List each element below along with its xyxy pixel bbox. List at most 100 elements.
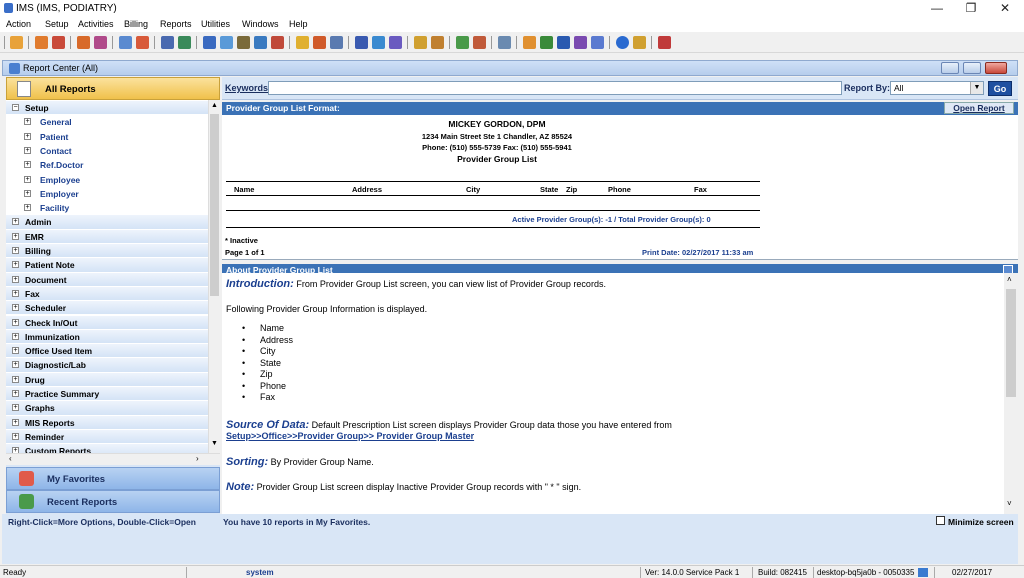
claims-icon[interactable]: [220, 36, 233, 49]
menu-windows[interactable]: Windows: [242, 19, 279, 29]
expand-icon[interactable]: +: [24, 175, 31, 183]
collection-icon[interactable]: [271, 36, 284, 49]
expand-icon[interactable]: +: [12, 232, 19, 240]
lab-icon[interactable]: [136, 36, 149, 49]
my-favorites-button[interactable]: My Favorites: [6, 467, 220, 490]
expand-icon[interactable]: +: [12, 289, 19, 297]
patient-edit-icon[interactable]: [52, 36, 65, 49]
tree-item[interactable]: + Check In/Out: [6, 315, 208, 330]
tree-item[interactable]: + Immunization: [6, 329, 208, 345]
tree-item[interactable]: + Document: [6, 272, 208, 287]
payment-icon[interactable]: [203, 36, 216, 49]
fax-icon[interactable]: [330, 36, 343, 49]
scroll-up-icon[interactable]: ˄: [1007, 275, 1012, 284]
chart-icon[interactable]: [119, 36, 132, 49]
appointment-icon[interactable]: [94, 36, 107, 49]
scroll-down-icon[interactable]: ˅: [1007, 499, 1012, 508]
folder-icon[interactable]: [414, 36, 427, 49]
exit-icon[interactable]: [658, 36, 671, 49]
expand-icon[interactable]: +: [12, 218, 19, 226]
tree-item[interactable]: + Ref.Doctor: [6, 158, 208, 173]
document-icon[interactable]: [296, 36, 309, 49]
export-icon[interactable]: [523, 36, 536, 49]
tree-item[interactable]: + Custom Reports: [6, 444, 208, 453]
menu-billing[interactable]: Billing: [124, 19, 148, 29]
tree-item[interactable]: + Employer: [6, 186, 208, 202]
tree-item[interactable]: + Billing: [6, 244, 208, 259]
restore-window-button[interactable]: ❐: [954, 0, 988, 17]
eligibility-icon[interactable]: [237, 36, 250, 49]
tree-item[interactable]: + Facility: [6, 201, 208, 216]
expand-icon[interactable]: +: [12, 332, 19, 340]
minimize-window-button[interactable]: —: [920, 0, 954, 17]
scroll-up-icon[interactable]: ▲: [211, 102, 218, 109]
scroll-thumb[interactable]: [210, 114, 219, 296]
tree-item[interactable]: + Office Used Item: [6, 344, 208, 359]
tree-item[interactable]: − Setup: [6, 101, 208, 116]
report-by-select[interactable]: All ▼: [890, 81, 984, 95]
expand-icon[interactable]: +: [24, 189, 31, 197]
tree-vertical-scrollbar[interactable]: ▲ ▼: [208, 100, 220, 453]
go-button[interactable]: Go: [988, 81, 1012, 96]
email-icon[interactable]: [372, 36, 385, 49]
scroll-down-icon[interactable]: ▼: [211, 440, 218, 447]
chevron-down-icon[interactable]: ▼: [970, 82, 983, 94]
report-chart-icon[interactable]: [456, 36, 469, 49]
tree-horizontal-scrollbar[interactable]: ‹ ›: [6, 453, 220, 465]
tree-item[interactable]: + Admin: [6, 215, 208, 230]
expand-icon[interactable]: +: [24, 146, 31, 154]
child-restore-button[interactable]: [963, 62, 981, 74]
expand-icon[interactable]: +: [12, 432, 19, 440]
tree-item[interactable]: + Employee: [6, 172, 208, 187]
expand-icon[interactable]: +: [12, 247, 19, 254]
patient-icon[interactable]: [35, 36, 48, 49]
expand-icon[interactable]: +: [12, 347, 19, 355]
all-reports-header[interactable]: All Reports: [6, 77, 220, 100]
menu-activities[interactable]: Activities: [78, 19, 114, 29]
report-bar-icon[interactable]: [473, 36, 486, 49]
menu-action[interactable]: Action: [6, 19, 31, 29]
minimize-screen-label[interactable]: Minimize screen: [948, 517, 1014, 527]
excel-icon[interactable]: [540, 36, 553, 49]
tree-item[interactable]: + MIS Reports: [6, 415, 208, 430]
close-window-button[interactable]: ✕: [988, 0, 1022, 17]
billing-icon[interactable]: [161, 36, 174, 49]
expand-icon[interactable]: +: [12, 304, 19, 312]
tree-item[interactable]: + Reminder: [6, 429, 208, 445]
tree-item[interactable]: + Contact: [6, 143, 208, 159]
transfer-icon[interactable]: [254, 36, 267, 49]
child-close-button[interactable]: [985, 62, 1007, 74]
tree-item[interactable]: + Practice Summary: [6, 387, 208, 402]
report-list-icon[interactable]: [498, 36, 511, 49]
collapse-icon[interactable]: −: [12, 104, 19, 111]
menu-setup[interactable]: Setup: [45, 19, 69, 29]
tree-item[interactable]: + Scheduler: [6, 301, 208, 316]
open-report-button[interactable]: Open Report: [944, 102, 1014, 114]
child-minimize-button[interactable]: [941, 62, 959, 74]
ledger-icon[interactable]: [178, 36, 191, 49]
expand-icon[interactable]: +: [24, 204, 31, 212]
scroll-thumb[interactable]: [1006, 289, 1016, 397]
minimize-screen-checkbox[interactable]: [936, 516, 945, 525]
expand-icon[interactable]: +: [12, 318, 19, 326]
lock-icon[interactable]: [633, 36, 646, 49]
word-icon[interactable]: [557, 36, 570, 49]
scroll-left-icon[interactable]: ‹: [9, 454, 12, 463]
keywords-input[interactable]: [268, 81, 842, 95]
tree-item[interactable]: + Patient Note: [6, 258, 208, 273]
expand-icon[interactable]: +: [12, 275, 19, 283]
scan-icon[interactable]: [313, 36, 326, 49]
expand-icon[interactable]: +: [12, 404, 19, 412]
calculator-icon[interactable]: [591, 36, 604, 49]
tree-item[interactable]: + Diagnostic/Lab: [6, 358, 208, 373]
notes-icon[interactable]: [431, 36, 444, 49]
schedule-icon[interactable]: [77, 36, 90, 49]
tree-item[interactable]: + Patient: [6, 129, 208, 144]
menu-help[interactable]: Help: [289, 19, 308, 29]
reminder-icon[interactable]: [389, 36, 402, 49]
expand-icon[interactable]: +: [24, 161, 31, 169]
expand-icon[interactable]: +: [12, 375, 19, 383]
scroll-right-icon[interactable]: ›: [196, 454, 199, 463]
tree-item[interactable]: + General: [6, 115, 208, 130]
expand-icon[interactable]: +: [12, 390, 19, 397]
